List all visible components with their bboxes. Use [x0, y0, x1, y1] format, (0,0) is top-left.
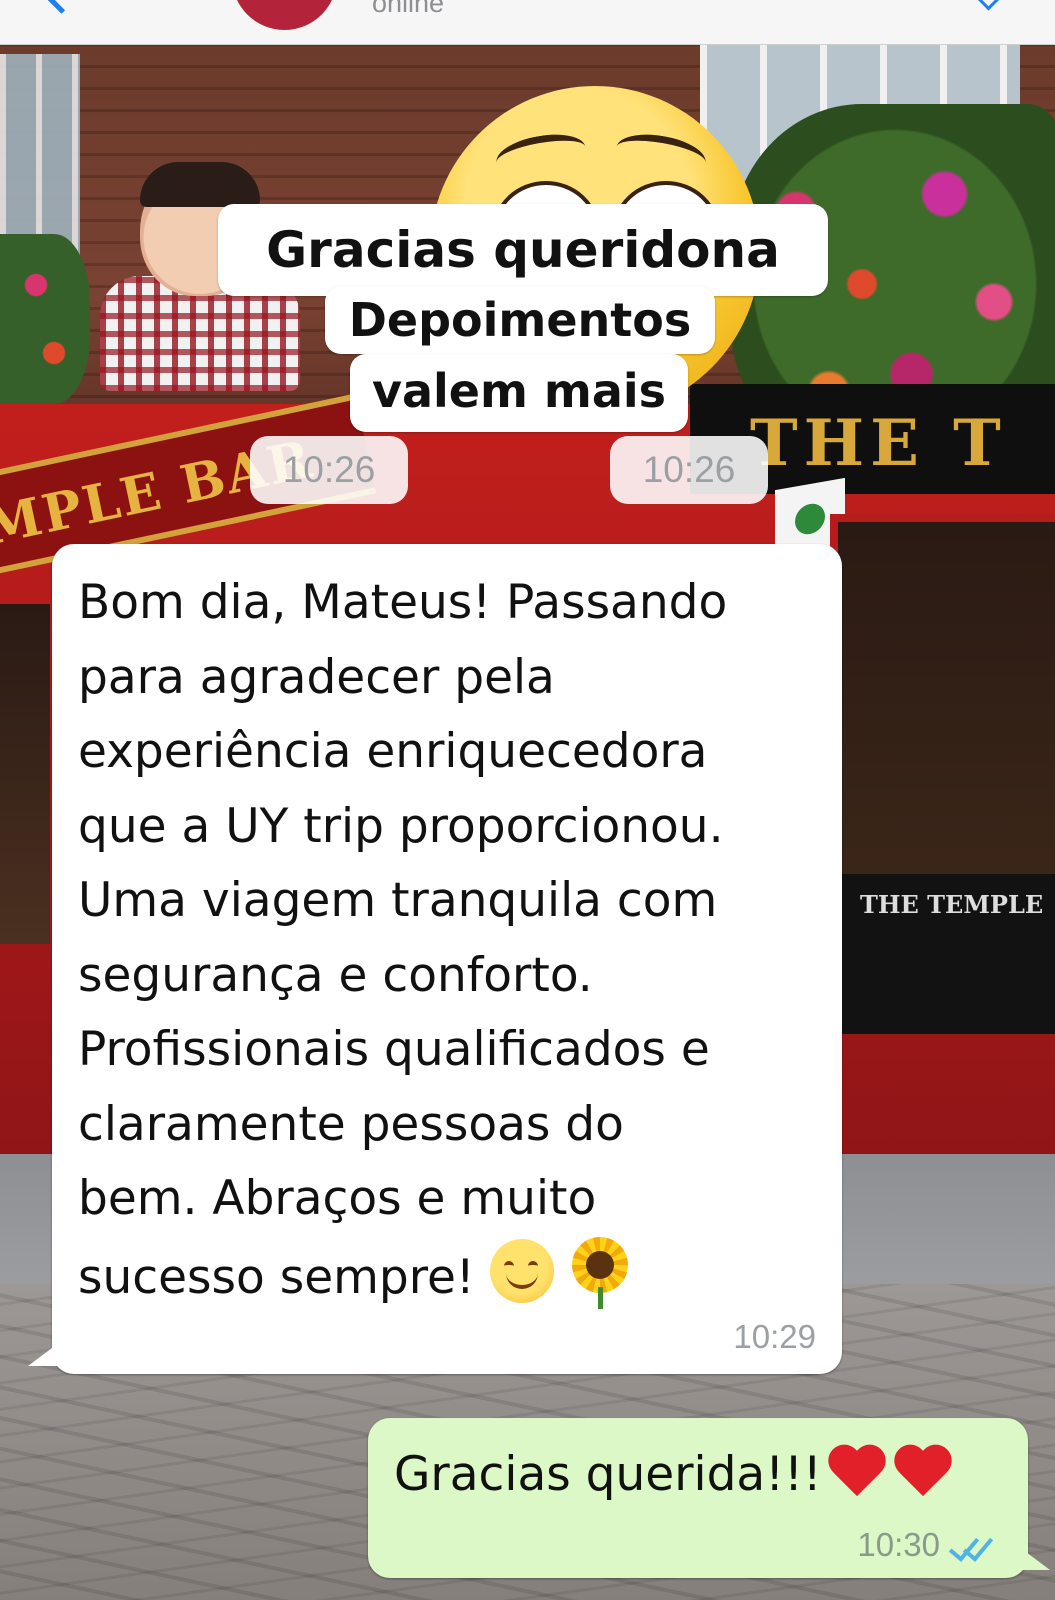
outgoing-message-meta: 10:30	[857, 1526, 998, 1564]
wallpaper-board-text: THE TEMPLE	[860, 890, 1044, 919]
contact-avatar[interactable]	[232, 0, 337, 30]
outgoing-message-bubble[interactable]: Gracias querida!!! 10:30	[368, 1418, 1028, 1578]
sticker-message[interactable]: Gracias queridona Depoimentos valem mais…	[100, 86, 840, 516]
sticker-timestamp: 10:26	[250, 436, 408, 504]
wallpaper-window	[0, 54, 80, 264]
incoming-message-body: Bom dia, Mateus! Passando para agradecer…	[78, 566, 823, 1315]
sticker-brow	[493, 128, 589, 181]
outgoing-message-body: Gracias querida!!!	[394, 1438, 954, 1512]
incoming-message-text: Bom dia, Mateus! Passando para agradecer…	[78, 575, 728, 1305]
incoming-message-bubble[interactable]: Bom dia, Mateus! Passando para agradecer…	[52, 544, 842, 1374]
incoming-message-timestamp: 10:29	[733, 1318, 816, 1355]
red-heart-emoji-icon	[892, 1440, 954, 1502]
wallpaper-shop-window	[0, 604, 50, 944]
chat-header: online	[0, 0, 1055, 45]
red-heart-emoji-icon	[826, 1440, 888, 1502]
wallpaper-board: THE TEMPLE	[840, 874, 1055, 1034]
sunflower-center	[585, 1250, 614, 1279]
menu-chevron-icon[interactable]	[976, 0, 1001, 11]
sticker-brow	[613, 128, 709, 181]
wallpaper-flowers	[0, 234, 90, 404]
baby-hair	[140, 162, 260, 207]
outgoing-message-timestamp: 10:30	[857, 1526, 940, 1563]
read-double-check-icon	[946, 1530, 998, 1562]
sticker-caption-line-1: Gracias queridona	[218, 204, 828, 296]
sticker-caption-line-2: Depoimentos	[325, 286, 715, 354]
contact-status: online	[372, 0, 445, 18]
back-chevron-icon[interactable]	[45, 0, 78, 14]
sunflower-stem	[597, 1286, 603, 1309]
wallpaper-shop-window	[830, 514, 1055, 890]
sticker-timestamp: 10:26	[610, 436, 768, 504]
sunflower-emoji-icon	[568, 1236, 632, 1309]
smiling-face-emoji-icon	[489, 1238, 554, 1303]
outgoing-message-text: Gracias querida!!!	[394, 1447, 822, 1502]
emoji-eye	[527, 1260, 538, 1271]
sticker-caption-line-3: valem mais	[350, 354, 688, 432]
